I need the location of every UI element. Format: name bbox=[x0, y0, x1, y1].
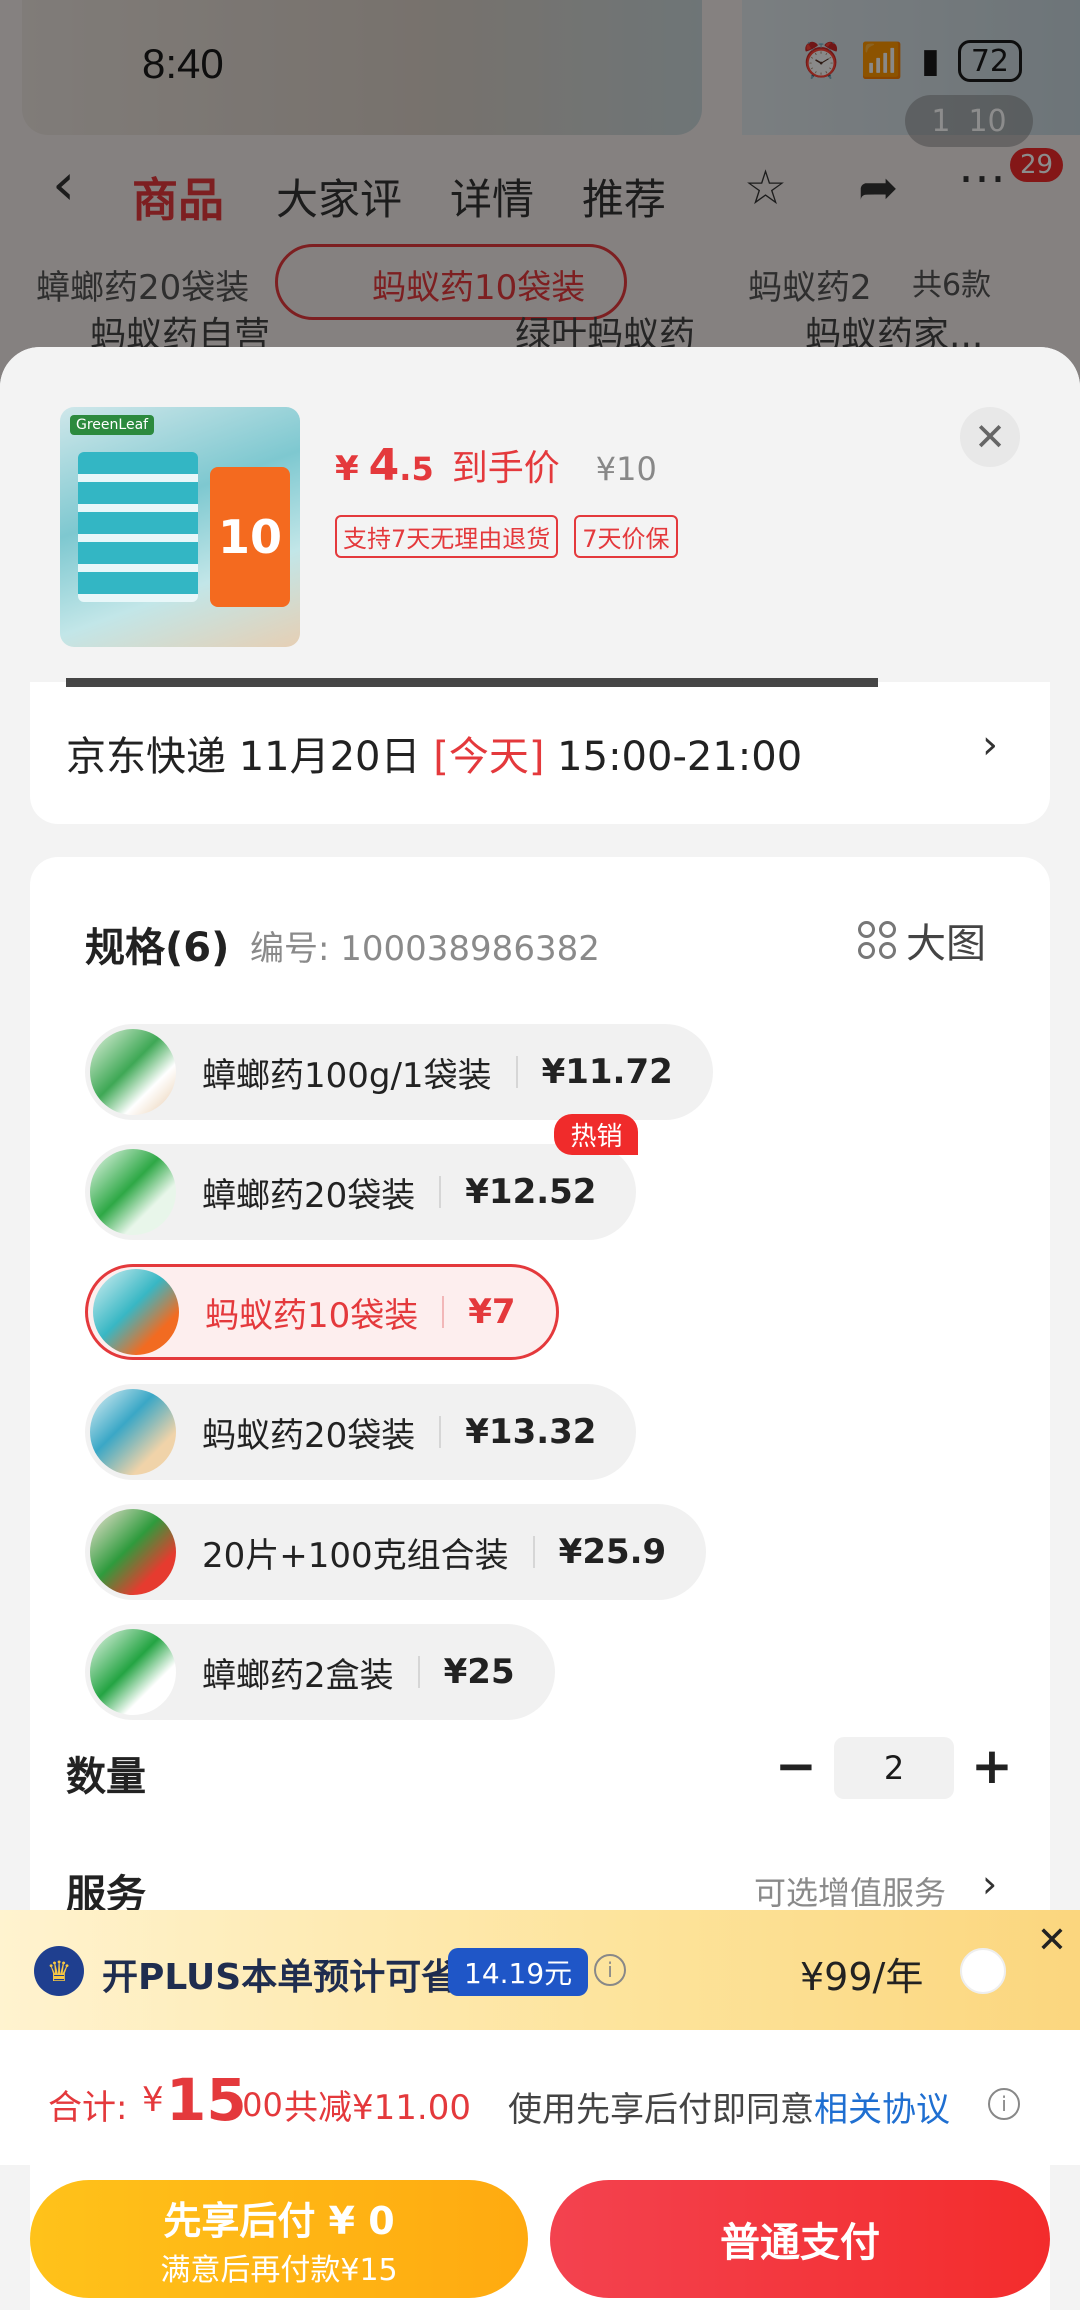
plus-price: ¥99/年 bbox=[800, 1955, 924, 1999]
option-price: ¥25.9 bbox=[558, 1532, 667, 1572]
option-thumbnail bbox=[90, 1029, 176, 1115]
plus-promo-text: 开PLUS本单预计可省 bbox=[102, 1957, 458, 1998]
modal-backdrop[interactable] bbox=[0, 0, 1080, 380]
pay-later-subtitle: 满意后再付款¥15 bbox=[160, 2252, 398, 2288]
pack-count-tag: 10 bbox=[210, 467, 290, 607]
spec-option[interactable]: 20片+100克组合装 ¥25.9 bbox=[85, 1504, 707, 1600]
info-icon[interactable]: i bbox=[594, 1954, 626, 1986]
return-policy-tag: 支持7天无理由退货 bbox=[335, 515, 559, 558]
spec-option[interactable]: 蟑螂药100g/1袋装 ¥11.72 bbox=[85, 1024, 713, 1120]
original-price: ¥10 bbox=[595, 450, 657, 488]
option-thumbnail bbox=[90, 1629, 176, 1715]
price-protect-tag: 7天价保 bbox=[574, 515, 678, 558]
delivery-carrier-date: 京东快递 11月20日 bbox=[66, 734, 434, 780]
option-divider bbox=[439, 1416, 442, 1448]
chevron-right-icon[interactable]: › bbox=[982, 1862, 997, 1906]
option-thumbnail bbox=[90, 1389, 176, 1475]
chevron-right-icon[interactable]: › bbox=[982, 722, 998, 768]
spec-option[interactable]: 蚂蚁药20袋装 ¥13.32 bbox=[85, 1384, 637, 1480]
price-decimal: .5 bbox=[399, 450, 434, 488]
agreement-text: 使用先享后付即同意相关协议 bbox=[508, 2082, 950, 2131]
option-divider bbox=[417, 1656, 420, 1688]
spec-option[interactable]: 蟑螂药2盒装 ¥25 bbox=[85, 1624, 555, 1720]
product-thumbnail[interactable]: GreenLeaf 10 bbox=[60, 407, 300, 647]
agreement-link[interactable]: 相关协议 bbox=[814, 2090, 950, 2130]
option-name: 蟑螂药100g/1袋装 bbox=[202, 1055, 492, 1096]
crown-icon: ♛ bbox=[34, 1946, 84, 1996]
option-thumbnail bbox=[93, 1269, 179, 1355]
delivery-window: 15:00-21:00 bbox=[544, 734, 803, 780]
option-thumbnail bbox=[90, 1509, 176, 1595]
spec-option-selected[interactable]: 蚂蚁药10袋装 ¥7 bbox=[85, 1264, 559, 1360]
option-divider bbox=[515, 1056, 518, 1088]
option-thumbnail bbox=[90, 1149, 176, 1235]
option-name: 蟑螂药20袋装 bbox=[202, 1175, 416, 1216]
grid-icon bbox=[858, 921, 896, 959]
big-picture-button[interactable]: 大图 bbox=[858, 911, 986, 969]
quantity-plus-button[interactable]: + bbox=[962, 1736, 1022, 1796]
service-value[interactable]: 可选增值服务 bbox=[754, 1868, 946, 1914]
address-text-clipped: ▀▀▀▀▀▀▀▀▀▀▀▀▀▀▀▀▀▀▀▀▀▀▀▀ bbox=[66, 678, 879, 704]
quantity-input[interactable]: 2 bbox=[834, 1737, 954, 1799]
total-label: 合计: bbox=[48, 2088, 128, 2128]
hot-sale-badge: 热销 bbox=[554, 1114, 639, 1155]
price-line: ¥4.5 到手价 ¥10 bbox=[335, 439, 657, 491]
price-integer: 4 bbox=[368, 440, 400, 491]
info-icon[interactable]: i bbox=[988, 2088, 1020, 2120]
option-divider bbox=[439, 1176, 442, 1208]
brand-logo: GreenLeaf bbox=[70, 415, 155, 435]
total-cents: .00 bbox=[232, 2086, 283, 2124]
total-currency: ¥ bbox=[142, 2080, 164, 2120]
final-price-label: 到手价 bbox=[451, 448, 560, 489]
delivery-card[interactable]: ▀▀▀▀▀▀▀▀▀▀▀▀▀▀▀▀▀▀▀▀▀▀▀▀ 京东快递 11月20日 [今天… bbox=[30, 678, 1050, 824]
option-price: ¥11.72 bbox=[541, 1052, 673, 1092]
policy-tags: 支持7天无理由退货 7天价保 bbox=[335, 515, 678, 558]
option-price: ¥25 bbox=[443, 1652, 515, 1692]
option-name: 蟑螂药2盒装 bbox=[202, 1655, 394, 1696]
pay-later-button[interactable]: 先享后付 ¥ 0 满意后再付款¥15 bbox=[30, 2180, 528, 2298]
option-name: 蚂蚁药10袋装 bbox=[205, 1295, 419, 1336]
product-packs-image bbox=[78, 452, 198, 602]
big-picture-label: 大图 bbox=[906, 921, 986, 967]
option-price: ¥7 bbox=[468, 1292, 516, 1332]
option-price: ¥13.32 bbox=[465, 1412, 597, 1452]
spec-option[interactable]: 蟑螂药20袋装 ¥12.52 热销 bbox=[85, 1114, 639, 1240]
total-reduction: 共减¥11.00 bbox=[284, 2088, 471, 2128]
plus-radio[interactable] bbox=[960, 1948, 1006, 1994]
plus-save-amount: 14.19元 bbox=[448, 1948, 589, 1996]
option-divider bbox=[532, 1536, 535, 1568]
close-icon[interactable]: ✕ bbox=[960, 407, 1020, 467]
normal-pay-button[interactable]: 普通支付 bbox=[550, 2180, 1050, 2298]
product-code: 编号: 100038986382 bbox=[250, 929, 600, 969]
delivery-info: 京东快递 11月20日 [今天] 15:00-21:00 bbox=[66, 724, 802, 782]
sheet-header: GreenLeaf 10 ¥4.5 到手价 ¥10 支持7天无理由退货 7天价保… bbox=[0, 347, 1080, 682]
spec-title: 规格(6) bbox=[85, 925, 230, 971]
plus-close-icon[interactable]: ✕ bbox=[1030, 1918, 1074, 1962]
pay-later-title: 先享后付 ¥ 0 bbox=[163, 2198, 395, 2243]
quantity-label: 数量 bbox=[66, 1754, 146, 1800]
option-name: 20片+100克组合装 bbox=[202, 1535, 509, 1576]
option-divider bbox=[442, 1296, 445, 1328]
quantity-minus-button[interactable]: − bbox=[766, 1736, 826, 1796]
agreement-prefix: 使用先享后付即同意 bbox=[508, 2090, 814, 2130]
delivery-today: [今天] bbox=[433, 734, 545, 780]
option-price: ¥12.52 bbox=[465, 1172, 597, 1212]
price-symbol: ¥ bbox=[335, 449, 359, 489]
option-name: 蚂蚁药20袋装 bbox=[202, 1415, 416, 1456]
